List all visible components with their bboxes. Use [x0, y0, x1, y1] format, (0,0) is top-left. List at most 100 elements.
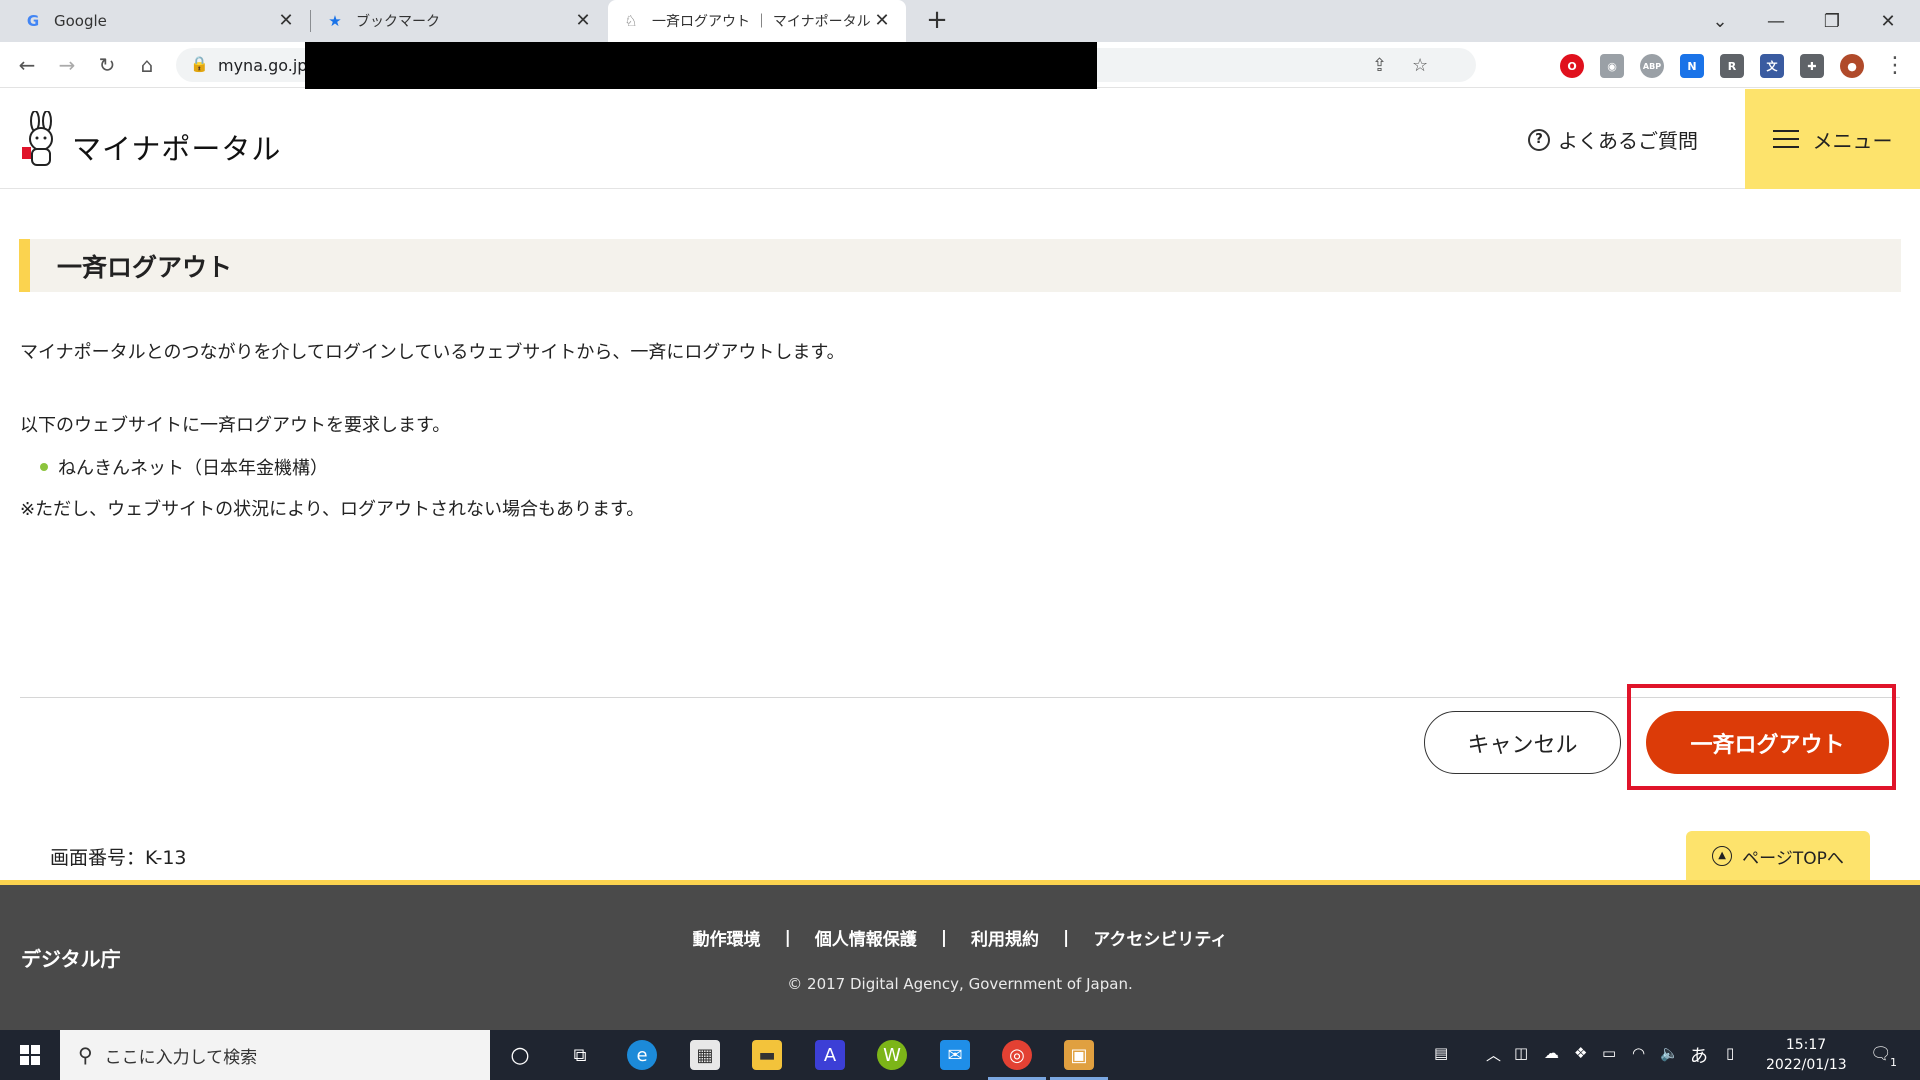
- home-icon[interactable]: ⌂: [132, 50, 162, 80]
- tab-bookmarks[interactable]: ★ ブックマーク ✕: [312, 0, 607, 42]
- search-icon: ⚲: [78, 1043, 93, 1067]
- tab-title: 一斉ログアウト ｜ マイナポータル: [652, 14, 871, 30]
- reload-icon[interactable]: ↻: [92, 50, 122, 80]
- request-text: 以下のウェブサイトに一斉ログアウトを要求します。: [20, 415, 451, 436]
- taskbar-clock[interactable]: 15:17 2022/01/13: [1766, 1035, 1847, 1075]
- camera-icon[interactable]: ◉: [1600, 54, 1624, 78]
- search-placeholder: ここに入力して検索: [104, 1047, 258, 1068]
- footer-link-accessibility[interactable]: アクセシビリティ: [1093, 925, 1227, 950]
- list-item-website: ねんきんネット（日本年金機構）: [40, 454, 328, 480]
- app-cat-icon[interactable]: ▣: [1064, 1040, 1094, 1070]
- close-window-icon[interactable]: ✕: [1860, 0, 1916, 42]
- close-tab-icon[interactable]: ✕: [276, 11, 296, 31]
- star-icon: ★: [328, 12, 342, 30]
- battery-icon[interactable]: ▭: [1602, 1044, 1616, 1062]
- minimize-icon[interactable]: —: [1748, 0, 1804, 42]
- mynaportal-logo[interactable]: マイナポータル: [20, 111, 281, 169]
- dropbox-icon[interactable]: ❖: [1574, 1044, 1587, 1062]
- footer-link-environment[interactable]: 動作環境: [693, 925, 761, 950]
- site-footer: デジタル庁 動作環境 | 個人情報保護 | 利用規約 | アクセシビリティ © …: [0, 885, 1920, 1030]
- mail-icon[interactable]: ✉: [940, 1040, 970, 1070]
- tab-google[interactable]: G Google ✕: [10, 0, 310, 42]
- footer-link-privacy[interactable]: 個人情報保護: [815, 925, 917, 950]
- chrome-menu-icon[interactable]: ⋮: [1880, 50, 1910, 80]
- windows-taskbar: ⚲ ここに入力して検索 ○ ⧉ e ▦ ▬ A W ✉ ◎ ▣ ▤ ︿ ◫ ☁ …: [0, 1030, 1920, 1080]
- google-g-icon: G: [26, 12, 40, 30]
- back-arrow-icon[interactable]: ←: [12, 50, 42, 80]
- ime-indicator[interactable]: あ: [1690, 1042, 1708, 1068]
- tab-search-chevron-icon[interactable]: ⌄: [1692, 0, 1748, 42]
- share-icon[interactable]: ⇪: [1372, 55, 1387, 76]
- clock-time: 15:17: [1785, 1037, 1827, 1053]
- bulk-logout-button[interactable]: 一斉ログアウト: [1646, 711, 1889, 774]
- tab-title: Google: [54, 12, 107, 30]
- task-view-icon[interactable]: ⧉: [565, 1040, 595, 1070]
- forward-arrow-icon[interactable]: →: [52, 50, 82, 80]
- file-explorer-icon[interactable]: ▬: [752, 1040, 782, 1070]
- clock-date: 2022/01/13: [1766, 1057, 1847, 1073]
- windows-logo-icon: [20, 1045, 40, 1065]
- lock-icon: 🔒: [190, 55, 209, 73]
- notification-icon[interactable]: 🗨: [1870, 1044, 1892, 1064]
- chrome-icon[interactable]: ◎: [1002, 1040, 1032, 1070]
- news-widget-icon[interactable]: ▤: [1434, 1044, 1448, 1062]
- taskbar-search-box[interactable]: ⚲ ここに入力して検索: [60, 1030, 490, 1080]
- question-circle-icon: ?: [1528, 128, 1550, 151]
- faq-link[interactable]: ? よくあるご質問: [1528, 125, 1698, 154]
- rw-extension-icon[interactable]: R: [1720, 54, 1744, 78]
- store-icon[interactable]: ▦: [690, 1040, 720, 1070]
- new-tab-plus-icon[interactable]: +: [922, 6, 952, 36]
- close-tab-icon[interactable]: ✕: [872, 11, 892, 31]
- note-text: ※ただし、ウェブサイトの状況により、ログアウトされない場合もあります。: [20, 499, 645, 520]
- tab-separator: [310, 10, 311, 32]
- screen-number: 画面番号：K-13: [50, 847, 187, 869]
- cancel-button[interactable]: キャンセル: [1424, 711, 1621, 774]
- footer-separator: |: [784, 927, 791, 948]
- logo-text: マイナポータル: [72, 132, 282, 166]
- ime-pad-icon[interactable]: ▯: [1726, 1044, 1734, 1062]
- footer-separator: |: [940, 927, 948, 948]
- adblock-icon[interactable]: ABP: [1640, 54, 1664, 78]
- ublock-icon[interactable]: O: [1560, 54, 1584, 78]
- menu-button[interactable]: メニュー: [1745, 89, 1920, 189]
- tab-mynaportal-logout[interactable]: ♘ 一斉ログアウト ｜ マイナポータル ✕: [608, 0, 906, 42]
- edge-browser-icon[interactable]: e: [627, 1040, 657, 1070]
- volume-icon[interactable]: 🔈: [1660, 1044, 1679, 1062]
- tray-chevron-icon[interactable]: ︿: [1486, 1044, 1501, 1065]
- restore-icon[interactable]: ❐: [1804, 0, 1860, 42]
- bullet-dot-icon: [40, 463, 48, 471]
- page-top-button[interactable]: ▲ ページTOPへ: [1686, 831, 1870, 881]
- tab-title: ブックマーク: [356, 14, 440, 30]
- close-tab-icon[interactable]: ✕: [573, 11, 593, 31]
- page-top-label: ページTOPへ: [1742, 848, 1844, 869]
- mynaportal-mascot-icon: [22, 111, 53, 166]
- news-extension-icon[interactable]: N: [1680, 54, 1704, 78]
- footer-separator: |: [1063, 927, 1070, 948]
- extensions-puzzle-icon[interactable]: ✚: [1800, 54, 1824, 78]
- website-name: ねんきんネット（日本年金機構）: [58, 458, 328, 479]
- hamburger-icon: [1772, 130, 1799, 148]
- url-text: myna.go.jp/: [218, 56, 313, 75]
- faq-label: よくあるご質問: [1558, 129, 1698, 153]
- footer-links: 動作環境 | 個人情報保護 | 利用規約 | アクセシビリティ: [0, 925, 1920, 951]
- site-header: マイナポータル ? よくあるご質問 メニュー: [0, 89, 1920, 189]
- description-text: マイナポータルとのつながりを介してログインしているウェブサイトから、一斉にログア…: [20, 342, 845, 363]
- wifi-icon[interactable]: ◠: [1632, 1044, 1645, 1062]
- app-w-icon[interactable]: W: [877, 1040, 907, 1070]
- start-button[interactable]: [0, 1030, 60, 1080]
- footer-link-terms[interactable]: 利用規約: [971, 925, 1039, 950]
- copyright-text: © 2017 Digital Agency, Government of Jap…: [787, 975, 1133, 993]
- menu-label: メニュー: [1812, 128, 1893, 153]
- mynaportal-icon: ♘: [624, 12, 638, 30]
- bookmark-star-icon[interactable]: ☆: [1412, 55, 1428, 76]
- profile-avatar-icon[interactable]: ●: [1840, 54, 1864, 78]
- cortana-icon[interactable]: ○: [505, 1040, 535, 1070]
- divider: [20, 697, 1900, 698]
- notification-count: 1: [1890, 1056, 1897, 1069]
- translate-extension-icon[interactable]: 文: [1760, 54, 1784, 78]
- onedrive-icon[interactable]: ☁: [1544, 1044, 1559, 1062]
- arrow-up-circle-icon: ▲: [1712, 846, 1733, 866]
- meet-now-icon[interactable]: ◫: [1514, 1044, 1528, 1062]
- app-a-icon[interactable]: A: [815, 1040, 845, 1070]
- browser-tab-strip: G Google ✕ ★ ブックマーク ✕ ♘ 一斉ログアウト ｜ マイナポータ…: [0, 0, 1920, 42]
